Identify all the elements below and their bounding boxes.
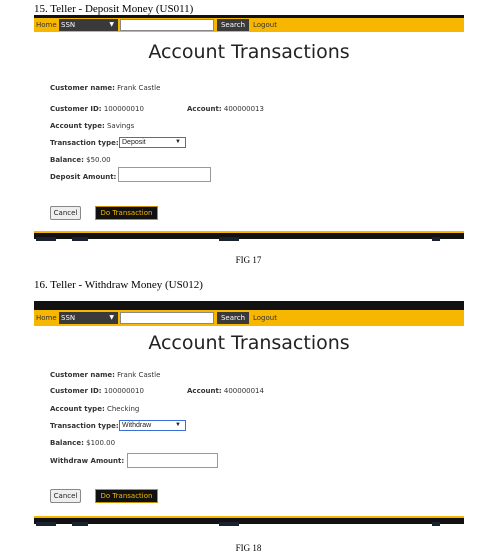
customer-id-label: Customer ID: xyxy=(50,105,102,113)
figure-caption-17: FIG 17 xyxy=(235,255,262,265)
nav-logout-link[interactable]: Logout xyxy=(253,21,277,29)
footer-mark xyxy=(72,522,88,526)
account-label: Account: xyxy=(187,387,222,395)
transaction-type-value: Withdraw xyxy=(122,422,152,429)
search-button[interactable]: Search xyxy=(217,19,249,31)
customer-name-row: Customer name: Frank Castle xyxy=(50,371,160,379)
do-transaction-button[interactable]: Do Transaction xyxy=(95,206,158,220)
account-type-value: Savings xyxy=(106,122,135,130)
customer-id-value: 100000010 xyxy=(103,105,144,113)
page-title: Account Transactions xyxy=(148,41,350,63)
transaction-type-select[interactable]: Deposit ▼ xyxy=(119,137,186,148)
account-type-row: Account type: Checking xyxy=(50,405,139,413)
page-title: Account Transactions xyxy=(148,332,350,354)
search-button[interactable]: Search xyxy=(217,312,249,324)
balance-value: $50.00 xyxy=(86,156,111,164)
account-value: 400000013 xyxy=(223,105,264,113)
balance-row: Balance: $100.00 xyxy=(50,439,115,447)
caret-down-icon: ▼ xyxy=(109,21,114,28)
deposit-amount-label: Deposit Amount: xyxy=(50,173,117,181)
customer-id-row: Customer ID: 100000010 xyxy=(50,105,144,113)
account-type-row: Account type: Savings xyxy=(50,122,134,130)
transaction-type-select[interactable]: Withdraw ▼ xyxy=(119,420,186,431)
footer-mark xyxy=(72,237,88,241)
footer-mark xyxy=(219,237,239,241)
figure-caption-18: FIG 18 xyxy=(235,543,262,553)
customer-name-value: Frank Castle xyxy=(117,84,161,92)
caret-down-icon: ▼ xyxy=(175,139,181,145)
ssn-select[interactable]: SSN ▼ xyxy=(59,19,118,31)
section-heading-deposit: 15. Teller - Deposit Money (US011) xyxy=(34,3,194,15)
ssn-select-value: SSN xyxy=(61,21,76,29)
ssn-select-value: SSN xyxy=(61,314,76,322)
customer-name-value: Frank Castle xyxy=(117,371,161,379)
customer-id-value: 100000010 xyxy=(103,387,144,395)
transaction-type-value: Deposit xyxy=(122,139,146,146)
account-row: Account: 400000013 xyxy=(187,105,264,113)
nav-logout-link[interactable]: Logout xyxy=(253,314,277,322)
footer-mark xyxy=(36,522,56,526)
nav-bar: Home SSN ▼ Search Logout xyxy=(34,18,464,32)
search-input[interactable] xyxy=(120,19,214,31)
cancel-button[interactable]: Cancel xyxy=(50,206,81,220)
transaction-type-label: Transaction type: xyxy=(50,422,119,430)
nav-home-link[interactable]: Home xyxy=(36,314,57,322)
footer-bar xyxy=(34,231,464,241)
caret-down-icon: ▼ xyxy=(175,422,181,428)
account-type-label: Account type: xyxy=(50,405,105,413)
caret-down-icon: ▼ xyxy=(109,314,114,321)
balance-label: Balance: xyxy=(50,439,84,447)
customer-id-label: Customer ID: xyxy=(50,387,102,395)
customer-name-label: Customer name: xyxy=(50,84,115,92)
balance-label: Balance: xyxy=(50,156,84,164)
do-transaction-button[interactable]: Do Transaction xyxy=(95,489,158,503)
account-label: Account: xyxy=(187,105,222,113)
section-heading-withdraw: 16. Teller - Withdraw Money (US012) xyxy=(34,279,203,291)
withdraw-screenshot: Home SSN ▼ Search Logout Account Transac… xyxy=(34,301,464,532)
account-type-value: Checking xyxy=(106,405,140,413)
footer-mark xyxy=(432,522,440,526)
withdraw-amount-label: Withdraw Amount: xyxy=(50,457,125,465)
balance-value: $100.00 xyxy=(86,439,116,447)
balance-row: Balance: $50.00 xyxy=(50,156,111,164)
footer-mark xyxy=(36,237,56,241)
cancel-button[interactable]: Cancel xyxy=(50,489,81,503)
account-value: 400000014 xyxy=(223,387,264,395)
account-row: Account: 400000014 xyxy=(187,387,264,395)
ssn-select[interactable]: SSN ▼ xyxy=(59,312,118,324)
footer-mark xyxy=(219,522,239,526)
deposit-screenshot: Home SSN ▼ Search Logout Account Transac… xyxy=(34,15,464,243)
withdraw-amount-input[interactable] xyxy=(127,453,218,468)
customer-name-row: Customer name: Frank Castle xyxy=(50,84,160,92)
footer-bar xyxy=(34,516,464,526)
nav-home-link[interactable]: Home xyxy=(36,21,57,29)
nav-bar: Home SSN ▼ Search Logout xyxy=(34,310,464,326)
deposit-amount-input[interactable] xyxy=(118,167,211,182)
transaction-type-label: Transaction type: xyxy=(50,139,119,147)
account-type-label: Account type: xyxy=(50,122,105,130)
footer-mark xyxy=(432,237,440,241)
search-input[interactable] xyxy=(120,312,214,324)
customer-name-label: Customer name: xyxy=(50,371,115,379)
top-border xyxy=(34,301,464,310)
customer-id-row: Customer ID: 100000010 xyxy=(50,387,144,395)
